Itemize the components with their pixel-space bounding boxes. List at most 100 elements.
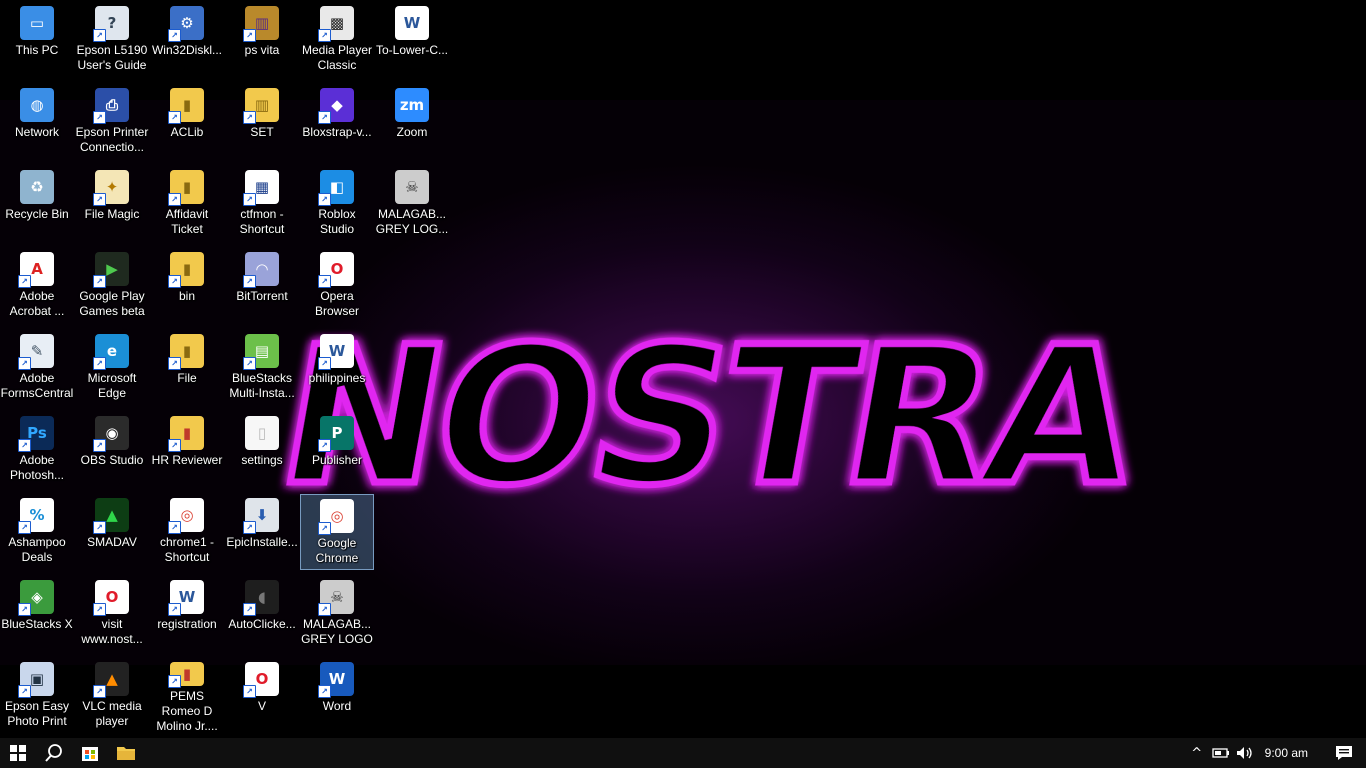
desktop-icon-network[interactable]: ◍ Network: [0, 84, 74, 160]
volume-button[interactable]: [1233, 738, 1257, 768]
desktop-icon-google-chrome[interactable]: ◎ ↗ Google Chrome: [300, 494, 374, 570]
desktop-icon-label: chrome1 - Shortcut: [159, 535, 215, 564]
desktop-icon-epic-installer[interactable]: ⬇ ↗ EpicInstalle...: [225, 494, 299, 570]
desktop-icon-label: Publisher: [311, 453, 363, 467]
desktop-icon-chrome1-shortcut[interactable]: ◎ ↗ chrome1 - Shortcut: [150, 494, 224, 570]
desktop-icon-media-player-classic[interactable]: ▩ ↗ Media Player Classic: [300, 2, 374, 78]
desktop-icon-publisher[interactable]: P ↗ Publisher: [300, 412, 374, 488]
shortcut-arrow-icon: ↗: [93, 193, 106, 206]
desktop-icon-label: Google Play Games beta: [79, 289, 145, 318]
taskbar-clock[interactable]: 9:00 am: [1257, 746, 1322, 760]
microsoft-store-button[interactable]: [72, 738, 108, 768]
desktop-icon-visit-nostra[interactable]: O ↗ visit www.nost...: [75, 576, 149, 652]
icon-glyph: O: [255, 670, 269, 688]
battery-button[interactable]: [1209, 738, 1233, 768]
desktop-icon-epson-printer-connection[interactable]: ⎙ ↗ Epson Printer Connectio...: [75, 84, 149, 160]
desktop-icon-affidavit-ticket[interactable]: ▮ ↗ Affidavit Ticket: [150, 166, 224, 242]
skull-icon: ☠: [395, 170, 429, 204]
pdf-icon: A ↗: [18, 252, 54, 288]
desktop-icon-registration[interactable]: W ↗ registration: [150, 576, 224, 652]
desktop-icon-bin[interactable]: ▮ ↗ bin: [150, 248, 224, 324]
icon-glyph: ▣: [29, 670, 45, 688]
desktop-icon-ctfmon-shortcut[interactable]: ▦ ↗ ctfmon - Shortcut: [225, 166, 299, 242]
desktop-icon-v[interactable]: O ↗ V: [225, 658, 299, 734]
printer-icon: ⎙ ↗: [93, 88, 129, 124]
desktop-icon-vlc-media-player[interactable]: ▲ ↗ VLC media player: [75, 658, 149, 734]
icon-glyph: ▮: [182, 178, 192, 196]
show-hidden-icons-button[interactable]: ^: [1185, 738, 1209, 768]
desktop-icon-label: Ashampoo Deals: [8, 535, 66, 564]
desktop-icon-opera-browser[interactable]: O ↗ Opera Browser: [300, 248, 374, 324]
desktop-icon-word[interactable]: W ↗ Word: [300, 658, 374, 734]
icon-glyph: ▤: [254, 342, 270, 360]
desktop-icon-label: SMADAV: [87, 535, 137, 549]
desktop-icon-bittorrent[interactable]: ◠ ↗ BitTorrent: [225, 248, 299, 324]
desktop-icon-epson-user-guide[interactable]: ? ↗ Epson L5190 User's Guide: [75, 2, 149, 78]
desktop-icon-settings[interactable]: ▯ settings: [225, 412, 299, 488]
desktop-icon-recycle-bin[interactable]: ♻ Recycle Bin: [0, 166, 74, 242]
desktop-icon-smadav[interactable]: ▲ ↗ SMADAV: [75, 494, 149, 570]
shortcut-arrow-icon: ↗: [168, 357, 181, 370]
desktop-icon-label: Bloxstrap-v...: [302, 125, 372, 139]
desktop-icon-epson-easy-photo-print[interactable]: ▣ ↗ Epson Easy Photo Print: [0, 658, 74, 734]
desktop-icon-label: bin: [178, 289, 195, 303]
icon-glyph: ▮: [182, 424, 192, 442]
shortcut-arrow-icon: ↗: [18, 685, 31, 698]
desktop-icon-malagab-grey-logo[interactable]: ☠ ↗ MALAGAB... GREY LOGO: [300, 576, 374, 652]
desktop-icon-file[interactable]: ▮ ↗ File: [150, 330, 224, 406]
desktop-icon-label: Adobe Acrobat ...: [9, 289, 65, 318]
desktop-icon-to-lower-case[interactable]: W To-Lower-C...: [375, 2, 449, 78]
photoshop-icon: Ps ↗: [18, 416, 54, 452]
icon-glyph: ✎: [30, 342, 44, 360]
shortcut-arrow-icon: ↗: [318, 193, 331, 206]
desktop-icon-bluestacks-multi-instance[interactable]: ▤ ↗ BlueStacks Multi-Insta...: [225, 330, 299, 406]
desktop-icon-label: MALAGAB... GREY LOGO: [301, 617, 373, 646]
desktop-icon-ps-vita[interactable]: ▥ ↗ ps vita: [225, 2, 299, 78]
shortcut-arrow-icon: ↗: [18, 275, 31, 288]
file-explorer-button[interactable]: [108, 738, 144, 768]
archive-icon: ▥ ↗: [243, 88, 279, 124]
action-center-button[interactable]: [1322, 738, 1366, 768]
desktop-icon-adobe-acrobat[interactable]: A ↗ Adobe Acrobat ...: [0, 248, 74, 324]
desktop-icon-label: OBS Studio: [80, 453, 144, 467]
folder-icon: ▮ ↗: [168, 88, 204, 124]
desktop-icon-malagab-grey-logo-2[interactable]: ☠ MALAGAB... GREY LOG...: [375, 166, 449, 242]
desktop-icon-bluestacks-x[interactable]: ◈ ↗ BlueStacks X: [0, 576, 74, 652]
desktop-icon-microsoft-edge[interactable]: e ↗ Microsoft Edge: [75, 330, 149, 406]
desktop-icon-bloxstrap[interactable]: ◆ ↗ Bloxstrap-v...: [300, 84, 374, 160]
file-magic-icon: ✦ ↗: [93, 170, 129, 206]
desktop-icon-obs-studio[interactable]: ◉ ↗ OBS Studio: [75, 412, 149, 488]
desktop-icon-pems-romeo[interactable]: ▮ ↗ PEMS Romeo D Molino Jr....: [150, 658, 224, 734]
icon-glyph: W: [403, 14, 421, 32]
desktop-icon-label: Epson Printer Connectio...: [75, 125, 149, 154]
file-explorer-icon: [117, 747, 135, 760]
shortcut-arrow-icon: ↗: [318, 439, 331, 452]
search-button[interactable]: [36, 738, 72, 768]
desktop-icon-philippines[interactable]: W ↗ philippines: [300, 330, 374, 406]
desktop-icon-hr-reviewer[interactable]: ▮ ↗ HR Reviewer: [150, 412, 224, 488]
desktop-icon-google-play-games[interactable]: ▶ ↗ Google Play Games beta: [75, 248, 149, 324]
desktop-icon-zoom[interactable]: zm Zoom: [375, 84, 449, 160]
desktop-icon-roblox-studio[interactable]: ◧ ↗ Roblox Studio: [300, 166, 374, 242]
shortcut-arrow-icon: ↗: [318, 29, 331, 42]
shortcut-arrow-icon: ↗: [318, 685, 331, 698]
icon-glyph: O: [330, 260, 344, 278]
desktop-icon-label: Epson L5190 User's Guide: [76, 43, 148, 72]
bluestacks-icon: ◈ ↗: [18, 580, 54, 616]
notification-icon: [1336, 746, 1352, 760]
shortcut-arrow-icon: ↗: [243, 29, 256, 42]
desktop-icon-this-pc[interactable]: ▭ This PC: [0, 2, 74, 78]
desktop-icon-aclib[interactable]: ▮ ↗ ACLib: [150, 84, 224, 160]
icon-glyph: ▮: [182, 342, 192, 360]
desktop-icon-set[interactable]: ▥ ↗ SET: [225, 84, 299, 160]
desktop-icon-ashampoo-deals[interactable]: % ↗ Ashampoo Deals: [0, 494, 74, 570]
desktop-icon-adobe-formscentral[interactable]: ✎ ↗ Adobe FormsCentral: [0, 330, 74, 406]
shortcut-arrow-icon: ↗: [243, 357, 256, 370]
desktop-icon-autoclicker[interactable]: ◖ ↗ AutoClicke...: [225, 576, 299, 652]
start-button[interactable]: [0, 738, 36, 768]
desktop-icon-win32diskimager[interactable]: ⚙ ↗ Win32Diskl...: [150, 2, 224, 78]
desktop-icon-file-magic[interactable]: ✦ ↗ File Magic: [75, 166, 149, 242]
desktop-icon-adobe-photoshop[interactable]: Ps ↗ Adobe Photosh...: [0, 412, 74, 488]
computer-icon: ▭: [20, 6, 54, 40]
icon-glyph: ◠: [256, 260, 268, 278]
